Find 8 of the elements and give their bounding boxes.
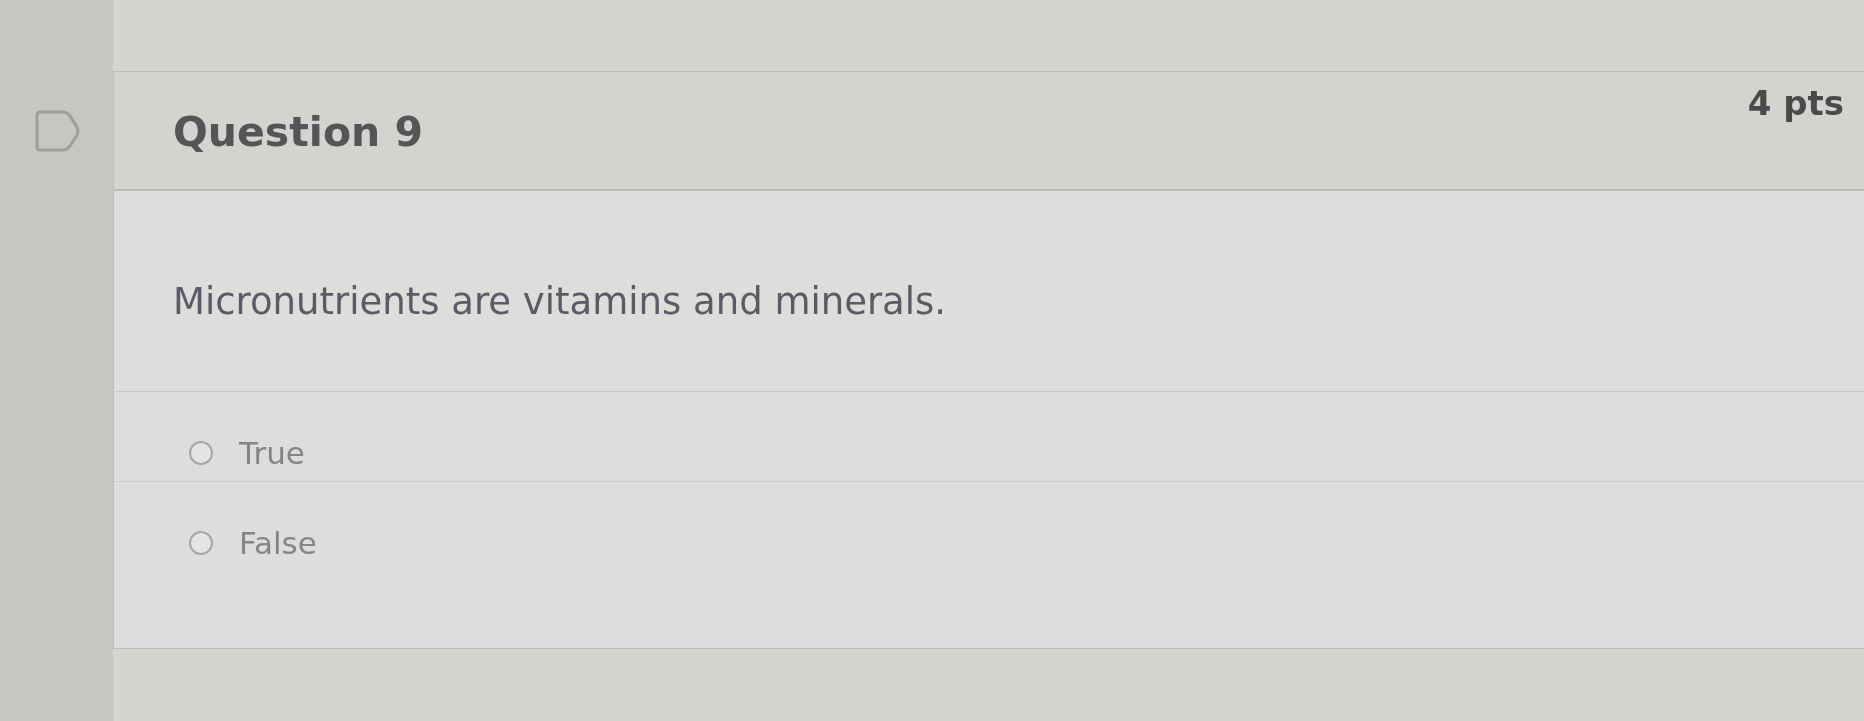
question-title: Question 9 <box>173 108 424 156</box>
answer-label[interactable]: False <box>239 526 317 560</box>
question-text: Micronutrients are vitamins and minerals. <box>173 279 947 325</box>
radio-button[interactable] <box>189 531 213 555</box>
radio-button[interactable] <box>189 440 213 465</box>
points-label: 4 pts <box>1747 82 1844 124</box>
bookmark-icon[interactable] <box>33 109 81 153</box>
answer-label[interactable]: True <box>239 435 305 470</box>
